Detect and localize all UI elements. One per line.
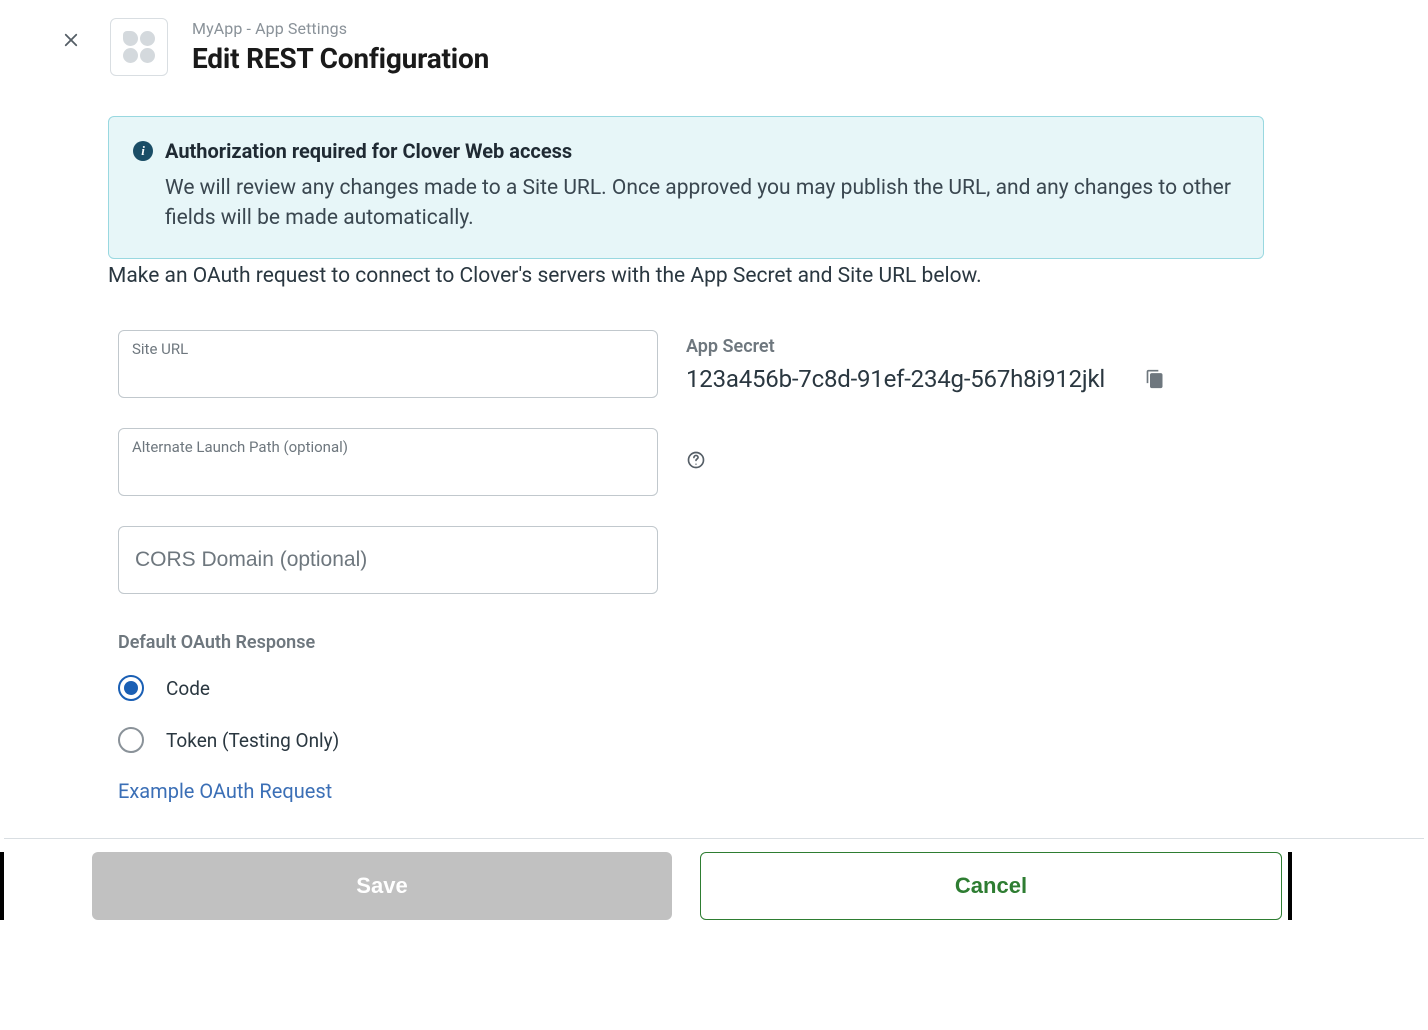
site-url-field: Site URL bbox=[118, 330, 658, 398]
alt-launch-help-button[interactable] bbox=[686, 450, 706, 474]
oauth-response-section: Default OAuth Response Code Token (Testi… bbox=[118, 632, 339, 803]
example-oauth-link[interactable]: Example OAuth Request bbox=[118, 779, 339, 803]
cors-input[interactable] bbox=[118, 526, 658, 594]
footer-divider bbox=[4, 838, 1424, 839]
app-secret-block: App Secret 123a456b-7c8d-91ef-234g-567h8… bbox=[686, 330, 1264, 393]
app-secret-value: 123a456b-7c8d-91ef-234g-567h8i912jkl bbox=[686, 365, 1105, 393]
alt-launch-field: Alternate Launch Path (optional) bbox=[118, 428, 658, 496]
side-mark bbox=[1288, 852, 1292, 920]
radio-code[interactable]: Code bbox=[118, 675, 339, 701]
clover-icon bbox=[123, 31, 155, 63]
save-button[interactable]: Save bbox=[92, 852, 672, 920]
alt-launch-input[interactable] bbox=[118, 428, 658, 496]
app-icon bbox=[110, 18, 168, 76]
radio-token[interactable]: Token (Testing Only) bbox=[118, 727, 339, 753]
cancel-button[interactable]: Cancel bbox=[700, 852, 1282, 920]
footer: Save Cancel bbox=[4, 852, 1282, 920]
alert-body: We will review any changes made to a Sit… bbox=[165, 173, 1235, 234]
breadcrumb: MyApp - App Settings bbox=[192, 19, 489, 38]
info-icon: i bbox=[133, 141, 153, 161]
app-secret-label: App Secret bbox=[686, 336, 1264, 357]
copy-secret-button[interactable] bbox=[1145, 368, 1165, 390]
close-button[interactable] bbox=[59, 28, 83, 52]
authorization-alert: i Authorization required for Clover Web … bbox=[108, 116, 1264, 259]
page-title: Edit REST Configuration bbox=[192, 42, 489, 75]
alert-title: Authorization required for Clover Web ac… bbox=[165, 139, 1235, 163]
help-icon bbox=[686, 450, 706, 470]
close-icon bbox=[62, 31, 80, 49]
radio-circle-icon bbox=[118, 727, 144, 753]
radio-token-label: Token (Testing Only) bbox=[166, 729, 339, 752]
page-header: MyApp - App Settings Edit REST Configura… bbox=[110, 18, 489, 76]
radio-code-label: Code bbox=[166, 677, 210, 700]
oauth-response-heading: Default OAuth Response bbox=[118, 632, 339, 653]
copy-icon bbox=[1145, 368, 1165, 390]
cors-field bbox=[118, 526, 658, 594]
radio-circle-icon bbox=[118, 675, 144, 701]
site-url-input[interactable] bbox=[118, 330, 658, 398]
oauth-description: Make an OAuth request to connect to Clov… bbox=[108, 264, 1264, 288]
